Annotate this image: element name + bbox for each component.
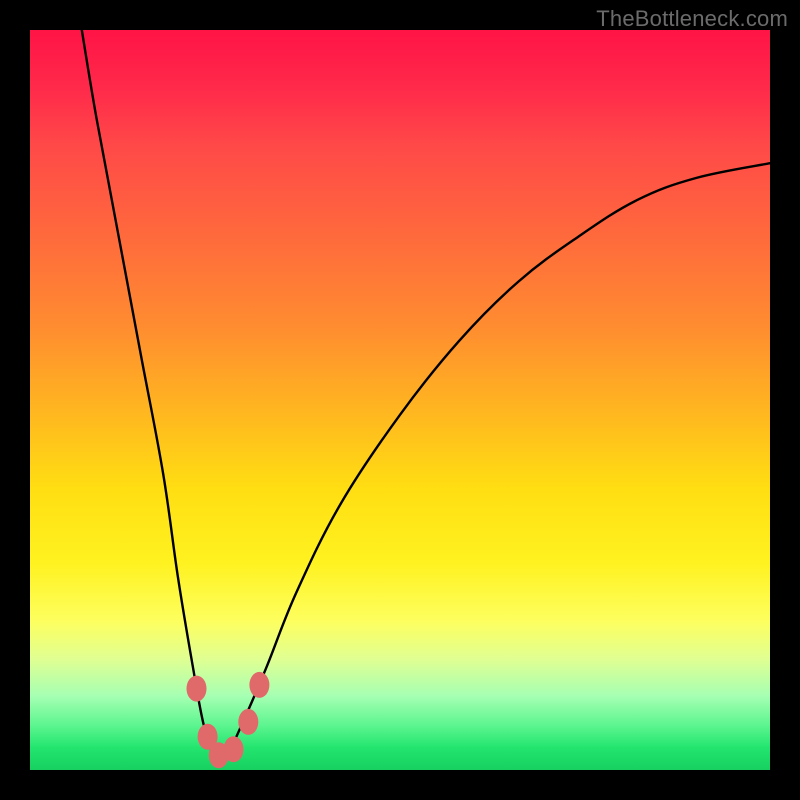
marker-bottom-2 <box>224 736 244 762</box>
marker-left-top <box>187 676 207 702</box>
marker-group <box>187 672 270 768</box>
plot-area <box>30 30 770 770</box>
chart-svg <box>30 30 770 770</box>
marker-right-top <box>249 672 269 698</box>
bottleneck-curve <box>82 30 770 757</box>
watermark-text: TheBottleneck.com <box>596 6 788 32</box>
marker-right-low <box>238 709 258 735</box>
chart-frame: TheBottleneck.com <box>0 0 800 800</box>
